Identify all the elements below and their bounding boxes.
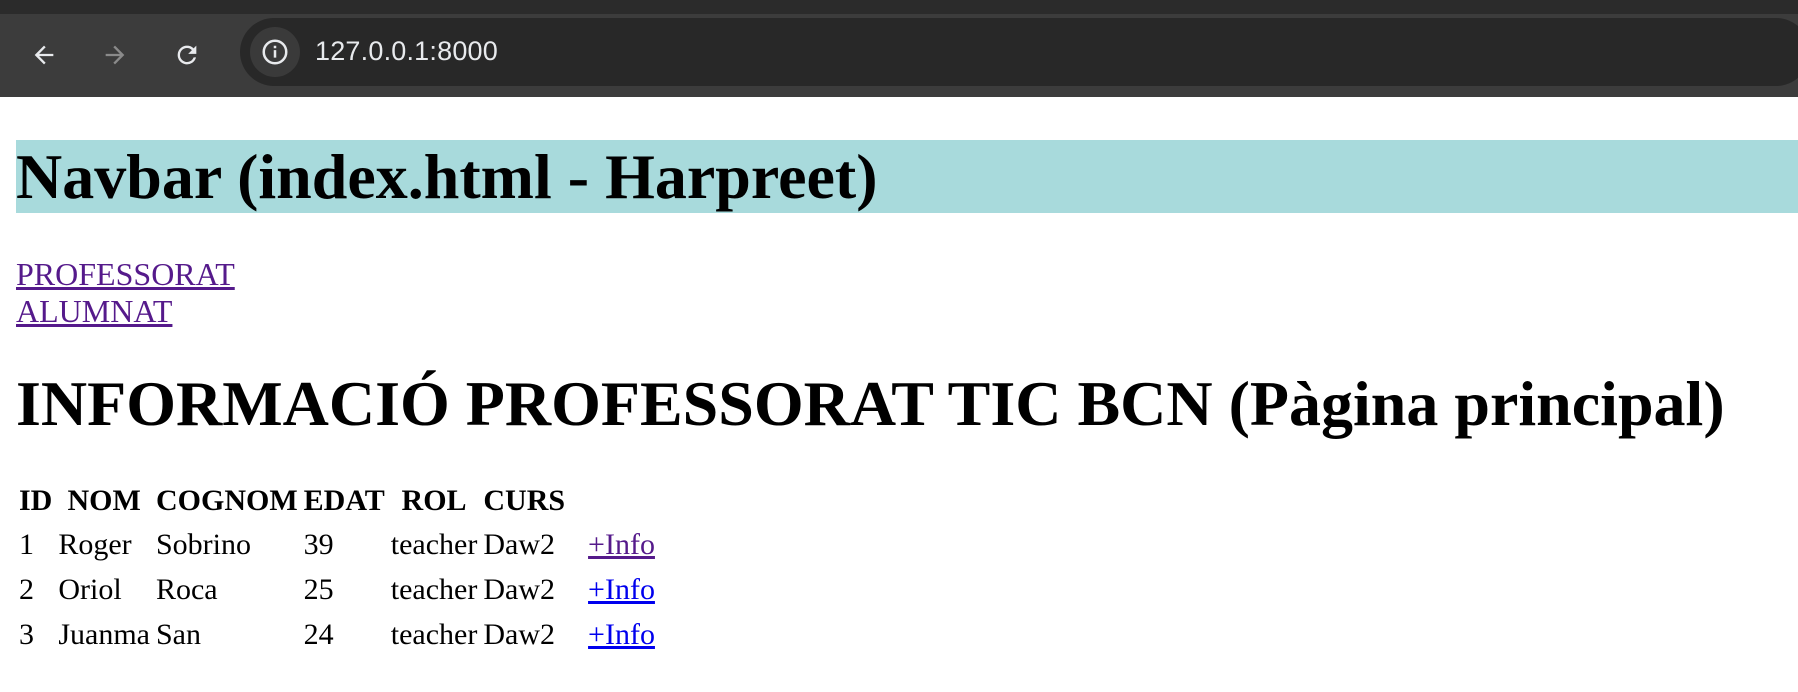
cell-rol: teacher	[390, 572, 478, 606]
header-rol: ROL	[401, 484, 467, 517]
info-icon	[262, 39, 288, 65]
cell-info: +Info	[568, 522, 658, 567]
cell-info: +Info	[568, 612, 658, 657]
cell-id: 3	[19, 617, 34, 651]
cell-cognom: Roca	[155, 572, 218, 606]
navbar-title: Navbar (index.html - Harpreet)	[16, 141, 878, 212]
cell-curs: Daw2	[483, 617, 556, 651]
cell-edat: 25	[303, 572, 334, 606]
table-header-row: ID NOM COGNOM EDAT ROL CURS	[16, 480, 658, 522]
cell-id: 1	[19, 527, 34, 561]
arrow-right-icon	[105, 45, 125, 65]
reload-icon	[177, 45, 197, 65]
info-link[interactable]: +Info	[588, 618, 655, 651]
cell-nom: Roger	[58, 527, 132, 561]
cell-rol: teacher	[390, 527, 478, 561]
reload-button[interactable]	[168, 36, 206, 74]
cell-cognom: San	[155, 617, 201, 651]
forward-button[interactable]	[96, 36, 134, 74]
tab-strip	[0, 0, 1798, 14]
header-nom: NOM	[67, 484, 141, 517]
page-title: INFORMACIÓ PROFESSORAT TIC BCN (Pàgina p…	[16, 368, 1725, 439]
table-row: 2 Oriol Roca 25 teacher Daw2 +Info	[16, 567, 658, 612]
teachers-table: ID NOM COGNOM EDAT ROL CURS 1 Roger Sobr…	[16, 480, 658, 657]
arrow-left-icon	[34, 45, 54, 65]
site-info-button[interactable]	[250, 27, 300, 77]
header-edat: EDAT	[303, 484, 385, 517]
navbar: Navbar (index.html - Harpreet)	[16, 140, 1798, 213]
table-row: 1 Roger Sobrino 39 teacher Daw2 +Info	[16, 522, 658, 567]
back-button[interactable]	[25, 36, 63, 74]
table-row: 3 Juanma San 24 teacher Daw2 +Info	[16, 612, 658, 657]
info-link[interactable]: +Info	[588, 573, 655, 606]
header-info	[568, 480, 658, 522]
link-alumnat[interactable]: ALUMNAT	[16, 293, 172, 330]
cell-rol: teacher	[390, 617, 478, 651]
cell-nom: Juanma	[58, 617, 150, 651]
cell-curs: Daw2	[483, 572, 556, 606]
nav-links: PROFESSORAT ALUMNAT	[16, 256, 1798, 330]
header-curs: CURS	[483, 484, 566, 517]
cell-id: 2	[19, 572, 34, 606]
header-cognom: COGNOM	[155, 484, 298, 517]
info-link[interactable]: +Info	[588, 528, 655, 561]
cell-info: +Info	[568, 567, 658, 612]
url-text[interactable]: 127.0.0.1:8000	[315, 36, 498, 67]
link-professorat[interactable]: PROFESSORAT	[16, 256, 235, 293]
cell-cognom: Sobrino	[155, 527, 251, 561]
page-content: Navbar (index.html - Harpreet) PROFESSOR…	[0, 140, 1798, 657]
address-bar[interactable]: 127.0.0.1:8000	[240, 18, 1798, 86]
cell-edat: 24	[303, 617, 334, 651]
browser-toolbar: 127.0.0.1:8000	[0, 14, 1798, 97]
header-id: ID	[19, 484, 53, 517]
browser-chrome: 127.0.0.1:8000	[0, 0, 1798, 97]
cell-nom: Oriol	[58, 572, 122, 606]
cell-curs: Daw2	[483, 527, 556, 561]
cell-edat: 39	[303, 527, 334, 561]
